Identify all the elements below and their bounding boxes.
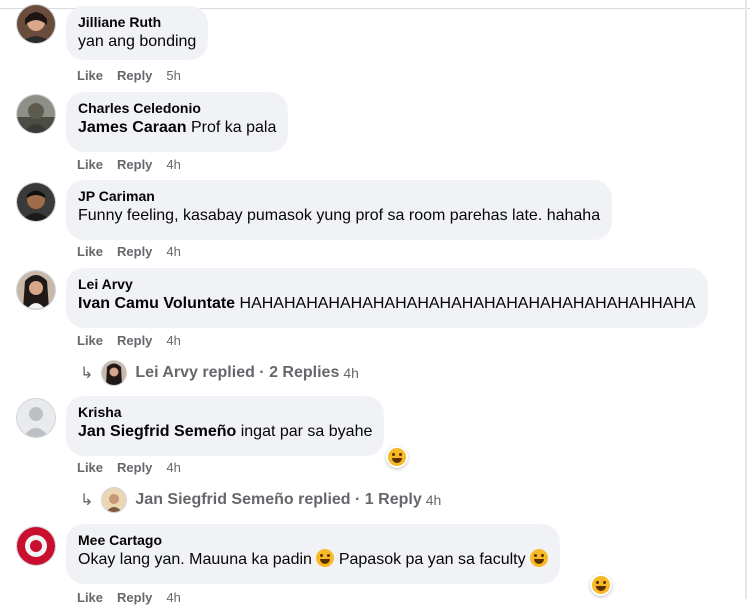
comment-actions: Like Reply 4h bbox=[77, 590, 195, 605]
laughing-emoji-icon bbox=[316, 549, 335, 567]
timestamp[interactable]: 5h bbox=[166, 68, 180, 83]
reply-arrow-icon: ↳ bbox=[80, 365, 94, 382]
mention-link[interactable]: Jan Siegfrid Semeño bbox=[78, 423, 236, 440]
replies-summary[interactable]: Lei Arvy replied · 2 Replies bbox=[135, 364, 339, 382]
avatar[interactable] bbox=[16, 270, 56, 310]
mention-link[interactable]: Ivan Camu Voluntate bbox=[78, 295, 235, 312]
like-button[interactable]: Like bbox=[77, 333, 103, 348]
view-replies-link[interactable]: ↳ Jan Siegfrid Semeño replied · 1 Reply … bbox=[80, 487, 441, 513]
comment-bubble: Lei Arvy Ivan Camu Voluntate HAHAHAHAHAH… bbox=[66, 268, 708, 328]
commenter-name[interactable]: Jilliane Ruth bbox=[78, 13, 196, 31]
comment-bubble: Jilliane Ruth yan ang bonding bbox=[66, 6, 209, 60]
comment-actions: Like Reply 4h bbox=[77, 244, 195, 259]
timestamp[interactable]: 4h bbox=[166, 590, 180, 605]
avatar[interactable] bbox=[16, 398, 56, 438]
timestamp[interactable]: 4h bbox=[426, 492, 442, 508]
reply-button[interactable]: Reply bbox=[117, 590, 152, 605]
scrollbar-track[interactable] bbox=[745, 0, 747, 599]
like-button[interactable]: Like bbox=[77, 244, 103, 259]
comment-bubble: Mee Cartago Okay lang yan. Mauuna ka pad… bbox=[66, 524, 561, 584]
comment-actions: Like Reply 4h bbox=[77, 157, 195, 172]
comment-actions: Like Reply 5h bbox=[77, 68, 195, 83]
avatar bbox=[101, 360, 128, 386]
reply-button[interactable]: Reply bbox=[117, 68, 152, 83]
like-button[interactable]: Like bbox=[77, 460, 103, 475]
replies-summary[interactable]: Jan Siegfrid Semeño replied · 1 Reply bbox=[135, 491, 421, 509]
comment-actions: Like Reply 4h bbox=[77, 460, 195, 475]
timestamp[interactable]: 4h bbox=[166, 157, 180, 172]
timestamp[interactable]: 4h bbox=[166, 244, 180, 259]
avatar[interactable] bbox=[16, 4, 56, 44]
comment-bubble: JP Cariman Funny feeling, kasabay pumaso… bbox=[66, 180, 613, 240]
laughing-emoji-icon bbox=[592, 576, 610, 594]
reply-arrow-icon: ↳ bbox=[80, 492, 94, 509]
reply-button[interactable]: Reply bbox=[117, 244, 152, 259]
comment-text: Okay lang yan. Mauuna ka padin Papasok p… bbox=[78, 549, 549, 570]
avatar[interactable] bbox=[16, 182, 56, 222]
reaction-badge[interactable] bbox=[386, 446, 408, 468]
timestamp[interactable]: 4h bbox=[166, 333, 180, 348]
like-button[interactable]: Like bbox=[77, 157, 103, 172]
timestamp[interactable]: 4h bbox=[343, 365, 359, 381]
commenter-name[interactable]: Mee Cartago bbox=[78, 531, 548, 549]
reply-button[interactable]: Reply bbox=[117, 157, 152, 172]
mention-link[interactable]: James Caraan bbox=[78, 119, 187, 136]
comment-bubble: Charles Celedonio James Caraan Prof ka p… bbox=[66, 92, 289, 152]
comment-text: Jan Siegfrid Semeño ingat par sa byahe bbox=[78, 423, 373, 440]
comment-text: yan ang bonding bbox=[78, 33, 197, 50]
commenter-name[interactable]: JP Cariman bbox=[78, 187, 600, 205]
timestamp[interactable]: 4h bbox=[166, 460, 180, 475]
laughing-emoji-icon bbox=[388, 448, 406, 466]
comment-bubble: Krisha Jan Siegfrid Semeño ingat par sa … bbox=[66, 396, 385, 456]
avatar[interactable] bbox=[16, 526, 56, 566]
comment-actions: Like Reply 4h bbox=[77, 333, 195, 348]
commenter-name[interactable]: Lei Arvy bbox=[78, 275, 696, 293]
reply-button[interactable]: Reply bbox=[117, 333, 152, 348]
comment-text: Funny feeling, kasabay pumasok yung prof… bbox=[78, 207, 601, 224]
commenter-name[interactable]: Krisha bbox=[78, 403, 372, 421]
comment-text: Ivan Camu Voluntate HAHAHAHAHAHAHAHAHAHA… bbox=[78, 295, 696, 312]
reaction-badge[interactable] bbox=[590, 574, 612, 596]
like-button[interactable]: Like bbox=[77, 590, 103, 605]
like-button[interactable]: Like bbox=[77, 68, 103, 83]
comment-text: James Caraan Prof ka pala bbox=[78, 119, 277, 136]
view-replies-link[interactable]: ↳ Lei Arvy replied · 2 Replies 4h bbox=[80, 360, 359, 386]
reply-button[interactable]: Reply bbox=[117, 460, 152, 475]
commenter-name[interactable]: Charles Celedonio bbox=[78, 99, 276, 117]
avatar[interactable] bbox=[16, 94, 56, 134]
avatar bbox=[101, 487, 128, 513]
laughing-emoji-icon bbox=[530, 549, 549, 567]
